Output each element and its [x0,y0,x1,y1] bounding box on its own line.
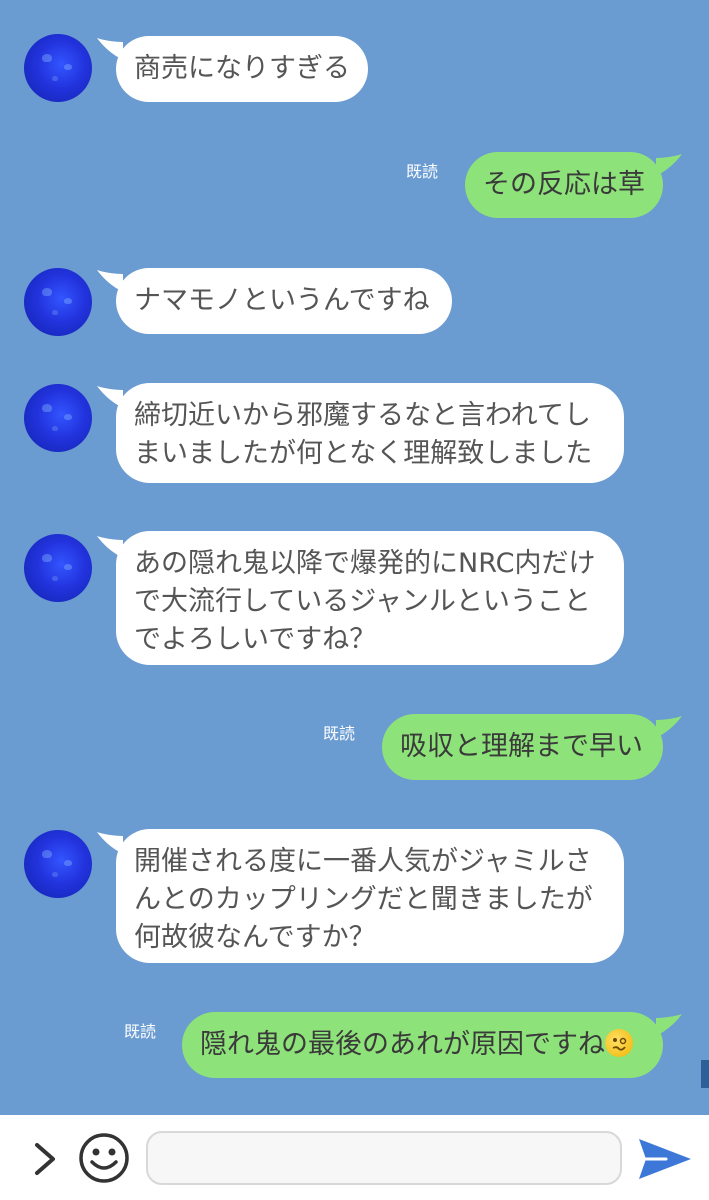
message-text: 商売になりすぎる [134,53,350,84]
incoming-message-bubble[interactable]: 開催される度に一番人気がジャミルさ んとのカップリングだと聞きましたが 何故彼な… [116,829,624,963]
avatar[interactable] [24,534,92,602]
avatar[interactable] [24,830,92,898]
outgoing-message-bubble[interactable]: 吸収と理解まで早い [382,714,663,780]
incoming-message-bubble[interactable]: ナマモノというんですね [116,268,452,334]
message-text: 締切近いから邪魔するなと言われてし [134,400,591,431]
message-text: んとのカップリングだと聞きましたが [134,884,593,915]
message-text: ナマモノというんですね [134,285,430,316]
message-text: 吸収と理解まで早い [400,731,643,762]
bubble-tail [656,1014,682,1036]
message-input[interactable] [146,1131,622,1185]
bubble-tail [656,154,682,176]
incoming-message-bubble[interactable]: 締切近いから邪魔するなと言われてし まいましたが何となく理解致しました [116,383,624,483]
read-receipt: 既読 [406,162,439,181]
incoming-message-bubble[interactable]: あの隠れ鬼以降で爆発的にNRC内だけ で大流行しているジャンルということ でよろ… [116,531,624,665]
smiley-icon[interactable] [78,1132,130,1184]
message-text: 開催される度に一番人気がジャミルさ [134,846,592,877]
avatar[interactable] [24,34,92,102]
message-text: で大流行しているジャンルということ [134,586,591,617]
incoming-message-bubble[interactable]: 商売になりすぎる [116,36,368,102]
outgoing-message-bubble[interactable]: 隠れ鬼の最後のあれが原因ですね [182,1012,663,1078]
message-text: その反応は草 [483,169,645,200]
message-text: あの隠れ鬼以降で爆発的にNRC内だけ [134,548,596,579]
message-text: でよろしいですね？ [134,624,377,655]
read-receipt: 既読 [124,1022,157,1041]
avatar[interactable] [24,384,92,452]
woozy-face-emoji-icon [605,1029,633,1057]
bubble-tail [656,716,682,738]
avatar[interactable] [24,268,92,336]
message-text: 何故彼なんですか？ [134,922,376,953]
read-receipt: 既読 [323,724,356,743]
send-arrow-icon[interactable] [636,1135,694,1183]
outgoing-message-bubble[interactable]: その反応は草 [465,152,663,218]
chat-area: 商売になりすぎる 既読 その反応は草 ナマモノというんですね 締切近いから邪魔す… [0,0,709,1115]
scrollbar-thumb[interactable] [701,1060,709,1088]
chevron-right-icon[interactable] [30,1141,60,1177]
message-text: 隠れ鬼の最後のあれが原因ですね [200,1029,605,1060]
message-text: まいましたが何となく理解致しました [134,438,593,469]
message-input-bar [0,1115,709,1200]
